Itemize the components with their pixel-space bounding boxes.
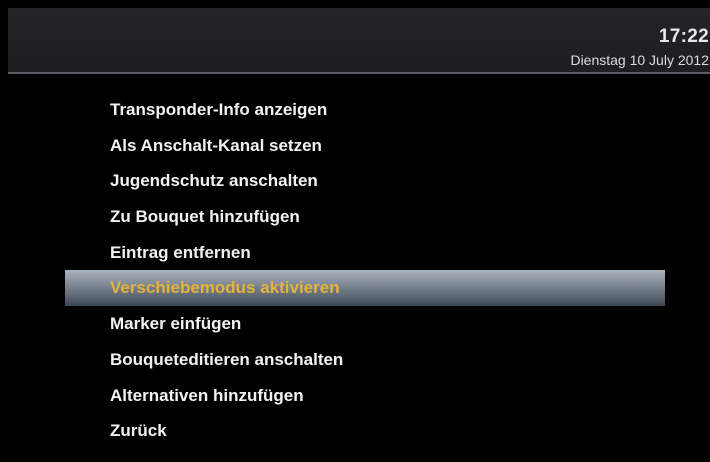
menu-item-move-mode[interactable]: Verschiebemodus aktivieren: [65, 270, 665, 307]
menu-item-bouquet-edit[interactable]: Bouqueteditieren anschalten: [8, 342, 710, 378]
menu-item-add-alternatives[interactable]: Alternativen hinzufügen: [8, 378, 710, 414]
menu-item-remove-entry[interactable]: Eintrag entfernen: [8, 235, 710, 271]
header-bar: 17:22 Dienstag 10 July 2012: [8, 8, 710, 72]
menu-item-parental-control[interactable]: Jugendschutz anschalten: [8, 163, 710, 199]
menu-item-insert-marker[interactable]: Marker einfügen: [8, 306, 710, 342]
clock-time: 17:22: [658, 26, 709, 47]
tv-screen: 17:22 Dienstag 10 July 2012 Transponder-…: [8, 8, 710, 462]
menu-item-set-startup-channel[interactable]: Als Anschalt-Kanal setzen: [8, 128, 710, 164]
menu-item-add-to-bouquet[interactable]: Zu Bouquet hinzufügen: [8, 199, 710, 235]
menu-item-back[interactable]: Zurück: [8, 413, 710, 449]
header-divider: [8, 72, 710, 74]
menu-item-transponder-info[interactable]: Transponder-Info anzeigen: [8, 92, 710, 128]
context-menu: Transponder-Info anzeigen Als Anschalt-K…: [8, 92, 710, 449]
current-date: Dienstag 10 July 2012: [570, 52, 709, 68]
